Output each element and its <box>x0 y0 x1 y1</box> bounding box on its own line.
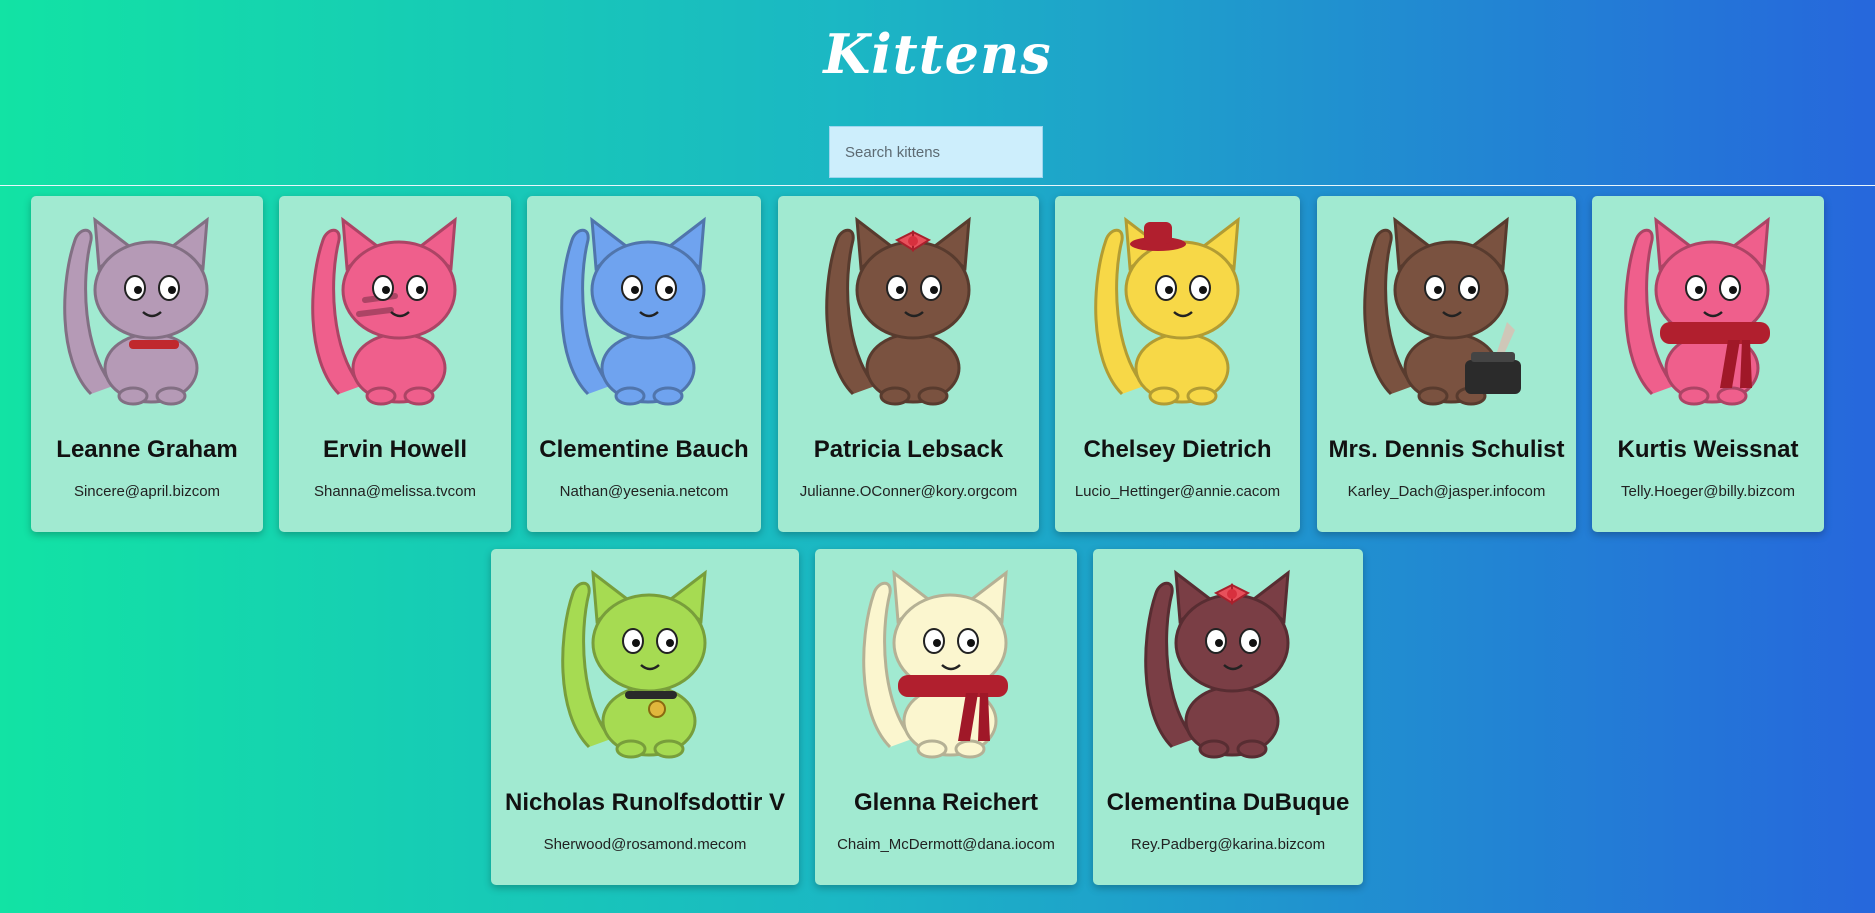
kitten-image <box>824 216 971 406</box>
kitten-image <box>560 216 706 406</box>
header-divider <box>0 185 1875 186</box>
page-title: Kittens <box>823 22 1052 86</box>
kitten-email: Rey.Padberg@karina.bizcom <box>1130 836 1326 853</box>
kitten-card[interactable]: Nicholas Runolfsdottir V Sherwood@rosamon… <box>491 549 799 885</box>
kitten-name: Patricia Lebsack <box>813 436 1004 463</box>
kitten-name: Clementine Bauch <box>539 436 749 463</box>
kitten-card[interactable]: Ervin Howell Shanna@melissa.tvcom <box>279 196 511 532</box>
kitten-image <box>1144 569 1290 759</box>
kitten-email: Julianne.OConner@kory.orgcom <box>799 483 1018 500</box>
kitten-image <box>311 216 457 406</box>
kitten-card[interactable]: Mrs. Dennis Schulist Karley_Dach@jasper.i… <box>1317 196 1576 532</box>
kitten-image <box>561 569 707 759</box>
kitten-card[interactable]: Clementina DuBuque Rey.Padberg@karina.biz… <box>1093 549 1363 885</box>
kitten-email: Lucio_Hettinger@annie.cacom <box>1074 483 1281 500</box>
kitten-image <box>1362 216 1521 406</box>
kitten-email: Sincere@april.bizcom <box>73 483 221 500</box>
kitten-email: Telly.Hoeger@billy.bizcom <box>1621 483 1795 500</box>
kitten-email: Karley_Dach@jasper.infocom <box>1347 483 1546 500</box>
kitten-image <box>63 216 209 406</box>
kitten-name: Glenna Reichert <box>853 789 1039 816</box>
kitten-card[interactable]: Leanne Graham Sincere@april.bizcom <box>31 196 263 532</box>
kitten-name: Nicholas Runolfsdottir V <box>504 789 785 816</box>
collar-icon <box>129 340 179 349</box>
kitten-card[interactable]: Patricia Lebsack Julianne.OConner@kory.or… <box>778 196 1039 532</box>
kitten-email: Shanna@melissa.tvcom <box>314 483 476 500</box>
kitten-card[interactable]: Clementine Bauch Nathan@yesenia.netcom <box>527 196 761 532</box>
kitten-name: Ervin Howell <box>322 436 468 463</box>
kitten-name: Mrs. Dennis Schulist <box>1328 436 1565 463</box>
kitten-email: Nathan@yesenia.netcom <box>559 483 729 500</box>
kitten-image <box>1093 216 1240 406</box>
kitten-email: Chaim_McDermott@dana.iocom <box>837 836 1055 853</box>
kitten-name: Kurtis Weissnat <box>1617 436 1799 463</box>
kitten-image <box>862 569 1008 759</box>
kitten-image <box>1624 216 1770 406</box>
kitten-card[interactable]: Glenna Reichert Chaim_McDermott@dana.ioco… <box>815 549 1077 885</box>
kitten-name: Clementina DuBuque <box>1106 789 1350 816</box>
kitten-email: Sherwood@rosamond.mecom <box>543 836 747 853</box>
kitten-name: Chelsey Dietrich <box>1083 436 1272 463</box>
kitten-card[interactable]: Chelsey Dietrich Lucio_Hettinger@annie.ca… <box>1055 196 1300 532</box>
kitten-name: Leanne Graham <box>56 436 238 463</box>
search-input[interactable] <box>829 126 1043 178</box>
kitten-card[interactable]: Kurtis Weissnat Telly.Hoeger@billy.bizcom <box>1592 196 1824 532</box>
